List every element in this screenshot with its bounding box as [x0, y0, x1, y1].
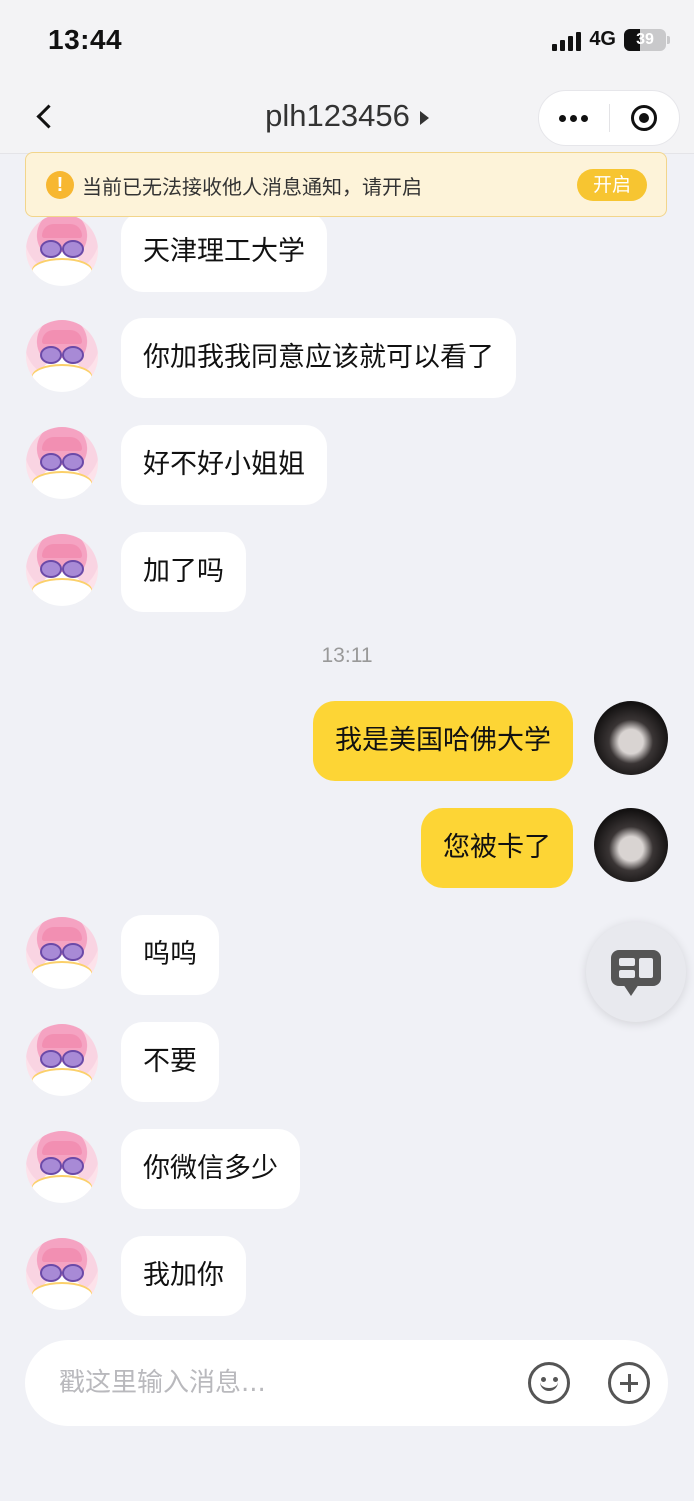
battery-level: 39 — [636, 30, 654, 48]
message-bubble[interactable]: 您被卡了 — [421, 808, 573, 888]
chat-title-text: plh123456 — [265, 98, 410, 133]
message-bubble[interactable]: 不要 — [121, 1022, 219, 1102]
avatar[interactable] — [26, 917, 98, 989]
message-bubble[interactable]: 呜呜 — [121, 915, 219, 995]
message-input[interactable] — [59, 1340, 479, 1426]
message-bubble[interactable]: 加了吗 — [121, 532, 246, 612]
time-divider: 13:11 — [321, 644, 373, 667]
avatar[interactable] — [26, 427, 98, 499]
avatar[interactable] — [26, 1024, 98, 1096]
message-bubble[interactable]: 我是美国哈佛大学 — [313, 701, 573, 781]
input-bar — [25, 1340, 668, 1426]
more-icon[interactable] — [539, 90, 609, 146]
signal-icon — [552, 29, 582, 51]
message-bubble[interactable]: 好不好小姐姐 — [121, 425, 327, 505]
message-bubble[interactable]: 你微信多少 — [121, 1129, 300, 1209]
nav-bar: plh123456 — [0, 82, 694, 154]
close-target-icon[interactable] — [610, 90, 680, 146]
avatar[interactable] — [26, 534, 98, 606]
emoji-icon[interactable] — [528, 1362, 570, 1404]
network-label: 4G — [589, 28, 616, 50]
warning-icon: ! — [46, 171, 74, 199]
chat-bubble-icon — [611, 950, 661, 996]
plus-icon[interactable] — [608, 1362, 650, 1404]
status-time: 13:44 — [48, 24, 123, 55]
mini-program-capsule — [538, 90, 680, 146]
status-indicators: 4G 39 — [552, 28, 670, 51]
status-bar: 13:44 4G 39 — [0, 0, 694, 82]
caret-right-icon — [419, 110, 429, 125]
avatar[interactable] — [26, 1238, 98, 1310]
avatar[interactable] — [26, 320, 98, 392]
floating-chat-button[interactable] — [586, 922, 686, 1022]
avatar[interactable] — [594, 701, 668, 775]
avatar[interactable] — [594, 808, 668, 882]
avatar[interactable] — [26, 1131, 98, 1203]
message-bubble[interactable]: 我加你 — [121, 1236, 246, 1316]
notification-notice: ! 当前已无法接收他人消息通知，请开启 开启 — [25, 152, 667, 217]
battery-icon: 39 — [624, 28, 670, 51]
message-bubble[interactable]: 你加我我同意应该就可以看了 — [121, 318, 516, 398]
message-bubble[interactable]: 天津理工大学 — [121, 212, 327, 292]
avatar[interactable] — [26, 214, 98, 286]
enable-notifications-button[interactable]: 开启 — [577, 169, 647, 201]
notice-text: 当前已无法接收他人消息通知，请开启 — [82, 175, 422, 199]
